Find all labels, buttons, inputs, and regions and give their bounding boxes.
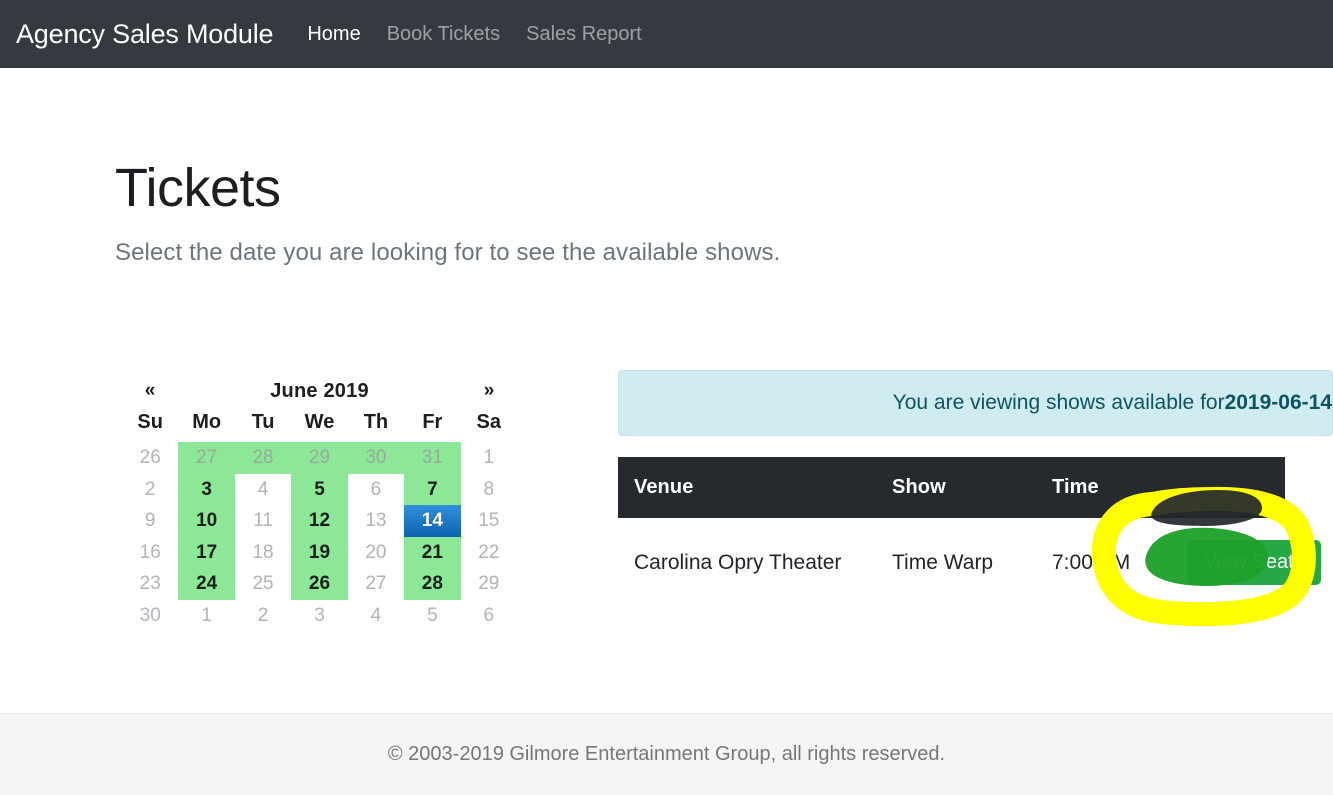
view-seats-button[interactable]: View Seats (1187, 540, 1321, 585)
column-header-action (1171, 457, 1285, 518)
calendar-weekday-row: Su Mo Tu We Th Fr Sa (122, 407, 517, 442)
shows-table: Venue Show Time Carolina Opry Theater Ti… (618, 457, 1321, 607)
calendar-day-29-w0[interactable]: 29 (291, 442, 348, 474)
calendar-day-4-w5[interactable]: 4 (348, 600, 404, 632)
calendar-day-31-w0[interactable]: 31 (404, 442, 461, 474)
calendar-day-26-w0[interactable]: 26 (122, 442, 178, 474)
calendar-day-23-w4[interactable]: 23 (122, 568, 178, 600)
calendar-day-22-w3[interactable]: 22 (461, 537, 517, 569)
weekday-we: We (304, 411, 335, 433)
calendar-day-27-w4[interactable]: 27 (348, 568, 404, 600)
calendar-day-25-w4[interactable]: 25 (235, 568, 291, 600)
shows-panel: You are viewing shows available for 2019… (618, 370, 1333, 607)
calendar-day-7-w1[interactable]: 7 (404, 473, 461, 505)
calendar-day-5-w5[interactable]: 5 (404, 600, 460, 632)
alert-prefix-text: You are viewing shows available for (892, 391, 1225, 414)
calendar-day-2-w1[interactable]: 2 (122, 474, 178, 506)
column-header-time: Time (1036, 457, 1171, 518)
nav-link-book-tickets[interactable]: Book Tickets (387, 23, 500, 46)
calendar-day-27-w0[interactable]: 27 (178, 442, 235, 474)
weekday-th: Th (363, 411, 389, 433)
cell-venue: Carolina Opry Theater (618, 518, 876, 607)
page-lead-text: Select the date you are looking for to s… (115, 238, 781, 266)
page-content: Tickets Select the date you are looking … (0, 68, 1333, 713)
calendar-day-24-w4[interactable]: 24 (178, 568, 235, 600)
next-month-icon[interactable]: » (461, 380, 517, 402)
calendar-day-3-w1[interactable]: 3 (178, 473, 235, 505)
calendar-day-20-w3[interactable]: 20 (348, 537, 404, 569)
cell-show: Time Warp (876, 518, 1036, 607)
calendar-day-15-w2[interactable]: 15 (461, 505, 517, 537)
weekday-tu: Tu (251, 411, 275, 433)
prev-month-icon[interactable]: « (122, 380, 178, 402)
calendar-days-grid[interactable]: 26 27 28 29 30 31 1 2 3 4 5 6 7 8 9 10 11 12 13 14 15 16 17 18 1… (122, 442, 517, 631)
footer-copyright-text: © 2003-2019 Gilmore Entertainment Group,… (387, 743, 946, 765)
table-row: Carolina Opry Theater Time Warp 7:00 PM … (618, 518, 1321, 607)
page-footer: © 2003-2019 Gilmore Entertainment Group,… (0, 713, 1333, 795)
nav-links: Home Book Tickets Sales Report (307, 23, 641, 46)
column-header-show: Show (876, 457, 1036, 518)
table-header-row: Venue Show Time (618, 457, 1285, 518)
weekday-fr: Fr (422, 411, 443, 433)
calendar-day-6-w1[interactable]: 6 (348, 474, 404, 506)
weekday-sa: Sa (476, 411, 501, 433)
calendar-day-10-w2[interactable]: 10 (178, 505, 235, 537)
calendar-day-29-w4[interactable]: 29 (461, 568, 517, 600)
calendar-day-1-w0[interactable]: 1 (461, 442, 517, 474)
viewing-date-alert: You are viewing shows available for 2019… (618, 370, 1333, 436)
brand-title[interactable]: Agency Sales Module (16, 19, 274, 50)
column-header-venue: Venue (618, 457, 876, 518)
calendar-day-4-w1[interactable]: 4 (235, 474, 291, 506)
shows-table-head: Venue Show Time (618, 457, 1285, 518)
calendar-day-6-w5[interactable]: 6 (461, 600, 517, 632)
calendar-header: « June 2019 » (122, 375, 517, 407)
shows-table-body: Carolina Opry Theater Time Warp 7:00 PM … (618, 518, 1321, 607)
weekday-su: Su (137, 411, 163, 433)
calendar-day-16-w3[interactable]: 16 (122, 537, 178, 569)
cell-time: 7:00 PM (1036, 518, 1171, 607)
calendar-day-30-w0[interactable]: 30 (347, 442, 405, 474)
page-header-block: Tickets Select the date you are looking … (0, 68, 1333, 267)
top-navbar: Agency Sales Module Home Book Tickets Sa… (0, 0, 1333, 68)
calendar-day-30-w5[interactable]: 30 (122, 600, 178, 632)
calendar-day-2-w5[interactable]: 2 (235, 600, 291, 632)
alert-date-value: 2019-06-14 (1224, 391, 1332, 414)
calendar-day-19-w3[interactable]: 19 (291, 536, 348, 568)
calendar-day-8-w1[interactable]: 8 (461, 474, 517, 506)
calendar-day-18-w3[interactable]: 18 (235, 537, 291, 569)
weekday-mo: Mo (192, 411, 222, 433)
calendar-day-9-w2[interactable]: 9 (122, 505, 178, 537)
calendar-month-title: June 2019 (270, 379, 369, 402)
nav-link-sales-report[interactable]: Sales Report (526, 23, 642, 46)
calendar-day-21-w3[interactable]: 21 (404, 536, 461, 568)
date-picker-calendar[interactable]: « June 2019 » Su Mo Tu We Th Fr Sa 26 27 2… (122, 375, 517, 631)
calendar-day-26-w4[interactable]: 26 (291, 568, 348, 600)
calendar-day-11-w2[interactable]: 11 (235, 505, 291, 537)
calendar-day-5-w1[interactable]: 5 (291, 473, 348, 505)
calendar-day-12-w2[interactable]: 12 (291, 505, 348, 537)
cell-action: View Seats (1171, 518, 1321, 607)
page-title: Tickets (115, 158, 281, 218)
calendar-day-13-w2[interactable]: 13 (348, 505, 404, 537)
nav-link-home[interactable]: Home (307, 23, 360, 46)
calendar-day-1-w5[interactable]: 1 (178, 600, 234, 632)
calendar-day-14-w2[interactable]: 14 (404, 505, 461, 537)
calendar-day-17-w3[interactable]: 17 (178, 536, 235, 568)
calendar-day-28-w0[interactable]: 28 (234, 442, 292, 474)
calendar-day-3-w5[interactable]: 3 (291, 600, 347, 632)
calendar-day-28-w4[interactable]: 28 (404, 568, 461, 600)
